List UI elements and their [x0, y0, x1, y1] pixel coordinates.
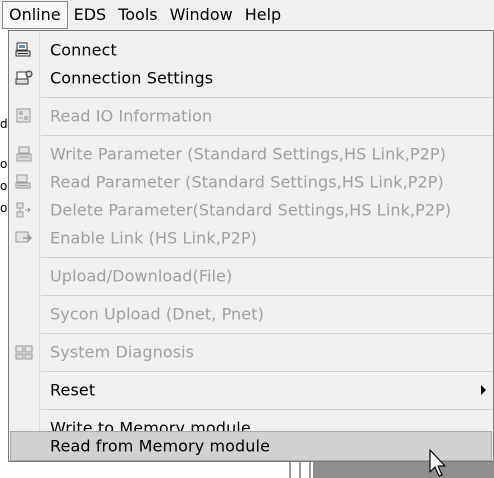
online-dropdown-menu: Connect Connection Settings Read IO Info… [8, 30, 494, 462]
menu-item-read-parameter[interactable]: Read Parameter (Standard Settings,HS Lin… [10, 167, 492, 197]
menu-item-label: Delete Parameter(Standard Settings,HS Li… [50, 200, 452, 220]
menu-item-connection-settings[interactable]: Connection Settings [10, 63, 492, 93]
app-window: d o o o Online EDS Tools Window Help Con… [0, 0, 494, 478]
menu-item-read-io-information[interactable]: Read IO Information [10, 101, 492, 131]
read-io-icon [16, 108, 31, 123]
menu-item-label: Read IO Information [50, 106, 213, 126]
menu-eds-label: EDS [73, 4, 107, 24]
write-parameter-icon [16, 146, 32, 162]
menu-window[interactable]: Window [164, 2, 239, 28]
menu-item-label: Upload/Download(File) [50, 266, 233, 286]
connect-icon [15, 42, 31, 57]
menu-item-label: Read Parameter (Standard Settings,HS Lin… [50, 172, 444, 192]
menu-item-label: Reset [50, 380, 96, 400]
menu-window-label: Window [169, 4, 233, 24]
mouse-cursor-icon [429, 449, 446, 477]
enable-link-icon [15, 231, 33, 243]
menu-item-label: Read from Memory module [50, 436, 271, 456]
menu-separator [41, 371, 493, 372]
menu-separator [41, 295, 493, 296]
menu-separator [41, 97, 493, 98]
menu-item-label: Connect [50, 40, 117, 60]
menu-separator [41, 409, 493, 410]
menu-help-label: Help [244, 4, 282, 24]
menu-item-sycon-upload[interactable]: Sycon Upload (Dnet, Pnet) [10, 299, 492, 329]
menu-item-label: Sycon Upload (Dnet, Pnet) [50, 304, 264, 324]
background-panel [313, 462, 494, 478]
background-text-fragment: o [0, 157, 8, 171]
menu-item-reset[interactable]: Reset [10, 375, 492, 405]
menu-item-label: Connection Settings [50, 68, 214, 88]
menu-item-delete-parameter[interactable]: Delete Parameter(Standard Settings,HS Li… [10, 195, 492, 225]
menu-separator [41, 135, 493, 136]
delete-parameter-icon [16, 202, 31, 218]
background-text-fragment: d [0, 117, 8, 131]
menu-item-enable-link[interactable]: Enable Link (HS Link,P2P) [10, 223, 492, 253]
read-parameter-icon [15, 174, 31, 189]
menu-item-label: System Diagnosis [50, 342, 195, 362]
background-text-fragment: o [0, 179, 8, 193]
menu-item-system-diagnosis[interactable]: System Diagnosis [10, 337, 492, 367]
menu-item-label: Write Parameter (Standard Settings,HS Li… [50, 144, 447, 164]
menu-eds[interactable]: EDS [68, 2, 113, 28]
menu-separator [41, 333, 493, 334]
menu-tools[interactable]: Tools [112, 2, 163, 28]
system-diagnosis-icon [15, 345, 33, 360]
menu-help[interactable]: Help [239, 2, 287, 28]
menu-tools-label: Tools [118, 4, 158, 24]
menu-item-write-parameter[interactable]: Write Parameter (Standard Settings,HS Li… [10, 139, 492, 169]
menu-item-read-from-memory-module[interactable]: Read from Memory module [10, 431, 492, 461]
menu-online[interactable]: Online [2, 0, 68, 29]
menu-bar: Online EDS Tools Window Help [0, 0, 494, 30]
connection-settings-icon [15, 70, 33, 85]
menu-online-label: Online [9, 4, 61, 24]
background-scrollbar [283, 462, 313, 478]
submenu-arrow-icon [481, 385, 486, 395]
menu-item-label: Enable Link (HS Link,P2P) [50, 228, 258, 248]
menu-item-connect[interactable]: Connect [10, 35, 492, 65]
background-text-fragment: o [0, 201, 8, 215]
menu-separator [41, 257, 493, 258]
menu-item-upload-download-file[interactable]: Upload/Download(File) [10, 261, 492, 291]
